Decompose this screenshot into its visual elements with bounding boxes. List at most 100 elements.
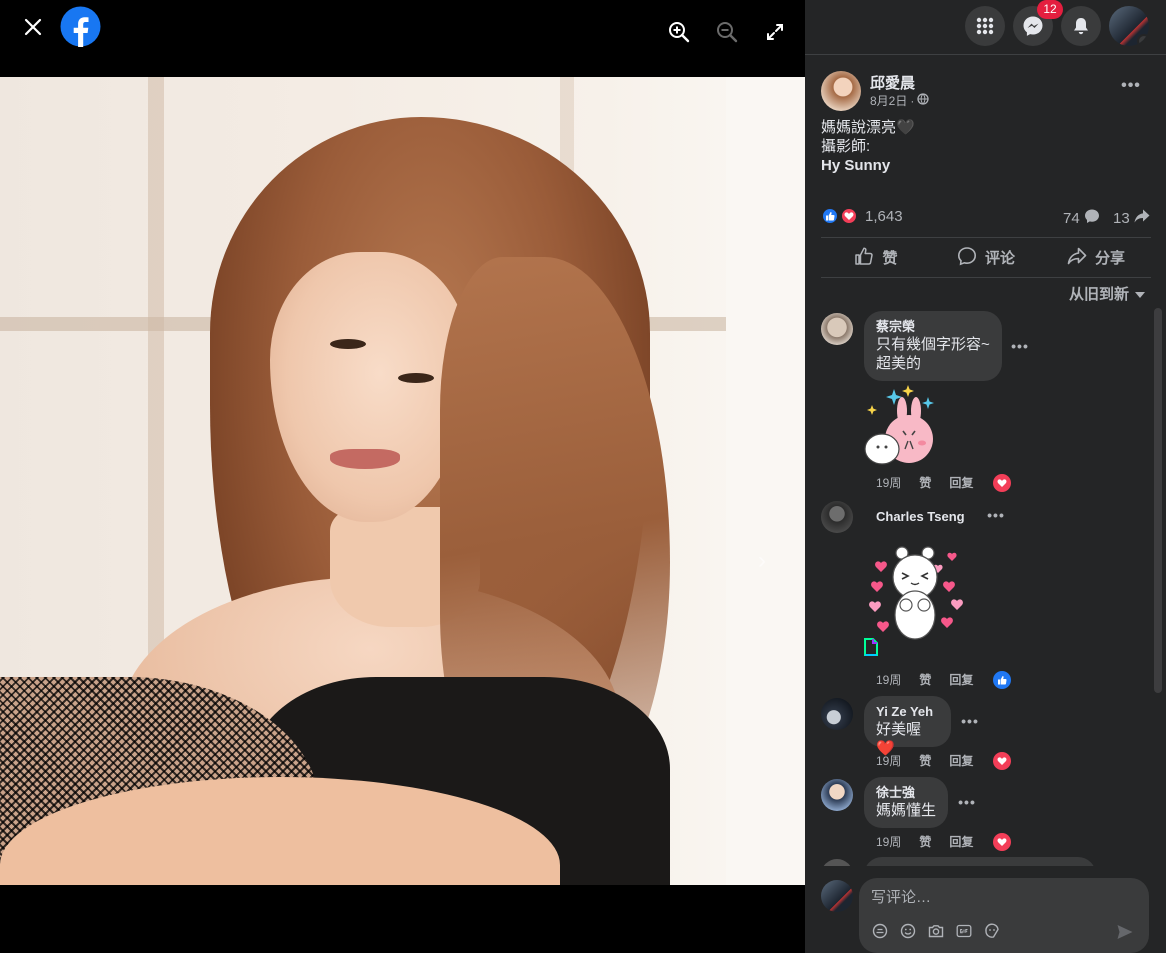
comment-like-button[interactable]: 赞 <box>919 671 931 688</box>
author-name[interactable]: 邱愛晨 <box>870 72 915 93</box>
love-reaction-icon[interactable] <box>993 474 1011 492</box>
chevron-down-icon[interactable] <box>1137 34 1149 46</box>
menu-grid-icon[interactable] <box>965 6 1005 46</box>
comment-time[interactable]: 19周 <box>876 752 901 769</box>
post-text-line[interactable]: Hy Sunny <box>821 156 915 175</box>
comment-time[interactable]: 19周 <box>876 474 901 491</box>
love-reaction-icon[interactable] <box>993 833 1011 851</box>
avatar-sticker-icon[interactable] <box>871 922 889 940</box>
like-label: 赞 <box>882 250 898 267</box>
love-reaction-icon <box>840 207 858 225</box>
comment-button[interactable]: 评论 <box>931 238 1041 277</box>
bell-icon[interactable] <box>1061 6 1101 46</box>
fullscreen-icon[interactable] <box>760 17 790 47</box>
post-date[interactable]: 8月2日 <box>870 92 907 109</box>
share-icon <box>1067 246 1087 270</box>
comment-bubble <box>864 857 1096 866</box>
comment-reply-button[interactable]: 回复 <box>949 833 973 850</box>
share-button[interactable]: 分享 <box>1041 238 1151 277</box>
comment-like-button[interactable]: 赞 <box>919 474 931 491</box>
comment-sort-dropdown[interactable]: 从旧到新 <box>1069 283 1146 304</box>
meta-separator: · <box>910 93 915 108</box>
share-count-value: 13 <box>1113 209 1130 227</box>
comment-text: 只有幾個字形容~ 超美的 <box>876 336 990 372</box>
gif-icon[interactable] <box>955 922 973 940</box>
top-nav: 12 <box>805 0 1166 55</box>
comment-time[interactable]: 19周 <box>876 833 901 850</box>
camera-icon[interactable] <box>927 922 945 940</box>
commenter-avatar[interactable] <box>821 313 853 345</box>
like-button[interactable]: 赞 <box>821 238 931 277</box>
commenter-avatar[interactable] <box>821 779 853 811</box>
comment-like-button[interactable]: 赞 <box>919 752 931 769</box>
comment-composer <box>805 866 1166 953</box>
composer-tools <box>871 922 1001 940</box>
share-count[interactable]: 13 <box>1113 208 1150 228</box>
comment-time[interactable]: 19周 <box>876 671 901 688</box>
zoom-in-icon[interactable] <box>664 17 694 47</box>
commenter-name[interactable]: Charles Tseng <box>876 509 965 525</box>
reaction-icons[interactable] <box>821 207 861 225</box>
post-actions: 赞 评论 分享 <box>821 237 1151 278</box>
facebook-logo-icon[interactable] <box>60 6 101 47</box>
sort-label: 从旧到新 <box>1069 286 1130 303</box>
comment-list: 蔡宗榮 只有幾個字形容~ 超美的 ••• 19周 赞 回复 Charles Ts… <box>821 311 1156 866</box>
sticker-icon[interactable] <box>983 922 1001 940</box>
like-reaction-icon[interactable] <box>993 671 1011 689</box>
comment-meta: 19周 赞 回复 <box>876 671 973 688</box>
post-meta: 8月2日 · <box>870 92 930 109</box>
comment-more-icon[interactable]: ••• <box>1008 338 1032 358</box>
commenter-avatar[interactable] <box>821 859 853 866</box>
comment-reply-button[interactable]: 回复 <box>949 671 973 688</box>
comment-icon <box>957 246 977 270</box>
composer-avatar <box>821 880 853 912</box>
comment-like-button[interactable]: 赞 <box>919 833 931 850</box>
emoji-icon[interactable] <box>899 922 917 940</box>
next-photo-chevron-icon[interactable]: › <box>758 547 778 574</box>
more-options-icon[interactable]: ••• <box>1117 77 1145 101</box>
reactions-summary: 1,643 74 13 <box>821 205 1151 227</box>
reaction-count[interactable]: 1,643 <box>865 208 903 225</box>
share-label: 分享 <box>1094 250 1125 267</box>
post-text-line: 媽媽說漂亮🖤 <box>821 119 915 136</box>
commenter-avatar[interactable] <box>821 698 853 730</box>
comment-input[interactable] <box>871 886 1131 908</box>
viewer-toolbar <box>0 0 805 64</box>
comment-bubble: 蔡宗榮 只有幾個字形容~ 超美的 <box>864 311 1002 381</box>
rabbit-sticker <box>864 383 946 465</box>
commenter-name[interactable]: 徐士強 <box>876 785 936 801</box>
photo-viewer: › <box>0 0 805 953</box>
comment-bubble: 徐士強 媽媽懂生 <box>864 777 948 828</box>
comment-more-icon[interactable]: ••• <box>955 794 979 814</box>
post-text: 媽媽說漂亮🖤 攝影師: Hy Sunny <box>821 118 915 175</box>
commenter-name[interactable]: Yi Ze Yeh <box>876 704 939 720</box>
comment-meta: 19周 赞 回复 <box>876 474 973 491</box>
account-avatar[interactable] <box>1109 6 1149 46</box>
post-photo: › <box>0 77 805 885</box>
comment-bubble: Yi Ze Yeh 好美喔❤️ <box>864 696 951 757</box>
globe-icon <box>917 93 930 108</box>
comments-scrollbar[interactable] <box>1154 308 1162 693</box>
comment-reply-button[interactable]: 回复 <box>949 474 973 491</box>
zoom-out-icon[interactable] <box>712 17 742 47</box>
author-avatar[interactable] <box>821 71 861 111</box>
close-icon[interactable] <box>14 8 52 46</box>
comment-reply-button[interactable]: 回复 <box>949 752 973 769</box>
comment-meta: 19周 赞 回复 <box>876 752 973 769</box>
comment-text: 媽媽懂生 <box>876 802 937 819</box>
bear-hearts-sticker <box>864 537 964 657</box>
send-icon[interactable] <box>1115 922 1135 942</box>
share-arrow-icon <box>1134 208 1150 228</box>
post-text-line: 攝影師: <box>821 138 871 155</box>
commenter-avatar[interactable] <box>821 501 853 533</box>
comment-meta: 19周 赞 回复 <box>876 833 973 850</box>
post-side-panel: 12 邱愛晨 8月2日 · ••• 媽媽說漂亮🖤 攝影師: Hy Sunny 1… <box>805 0 1166 953</box>
like-reaction-icon <box>821 207 839 225</box>
commenter-name[interactable]: 蔡宗榮 <box>876 319 990 335</box>
messenger-badge: 12 <box>1037 0 1063 19</box>
comment-more-icon[interactable]: ••• <box>958 713 982 733</box>
comment-count[interactable]: 74 <box>1063 208 1100 228</box>
comment-bubble-icon <box>1084 208 1100 228</box>
comment-more-icon[interactable]: ••• <box>984 507 1008 527</box>
love-reaction-icon[interactable] <box>993 752 1011 770</box>
